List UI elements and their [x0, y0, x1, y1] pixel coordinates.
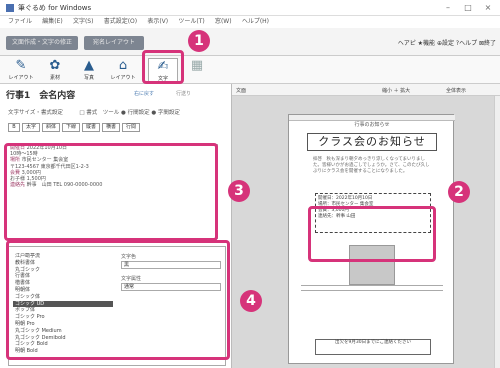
menu-item[interactable]: 窓(W) — [215, 16, 232, 28]
menu-item[interactable]: ファイル — [8, 16, 32, 28]
menu-item[interactable]: ヘルプ(H) — [242, 16, 269, 28]
tab-row: 文面作成・文字の修正 宛名レイアウト ヘアピ ★機能 ⊕設定 ?ヘルプ ⊠終了 — [0, 28, 500, 56]
app-icon — [6, 4, 14, 12]
menu-item[interactable]: ツール(T) — [178, 16, 204, 28]
minimize-button[interactable]: – — [438, 2, 458, 14]
right-menu[interactable]: ヘアピ ★機能 ⊕設定 ?ヘルプ ⊠終了 — [398, 38, 496, 47]
callout-badge: 3 — [228, 180, 250, 202]
bold-button[interactable]: B — [8, 123, 20, 132]
grid-icon: ▦ — [190, 58, 204, 73]
menu-item[interactable]: 表示(V) — [147, 16, 168, 28]
panel-link-next[interactable]: 行送り — [176, 90, 191, 97]
vertical-scrollbar[interactable] — [494, 96, 500, 368]
format-button[interactable]: 太字 — [22, 123, 40, 132]
highlight-event-textbox — [308, 206, 436, 262]
fit-view-select[interactable]: 全体表示 — [446, 87, 466, 94]
window-title: 筆ぐるめ for Windows — [18, 4, 92, 12]
vertical-button[interactable]: 縦書 — [82, 123, 100, 132]
underline-button[interactable]: 下線 — [62, 123, 80, 132]
paper-footnote[interactable]: 出欠を9月30日までにご連絡ください — [315, 339, 431, 355]
panel-link-back[interactable]: 右に戻す — [134, 90, 154, 97]
toolbar: ✎ レイアウト ✿ 素材 ▲ 写真 ⌂ レイアウト ✍ 文字 ▦ — [0, 56, 500, 84]
linespacing-button[interactable]: 行間 — [122, 123, 140, 132]
paper-title[interactable]: クラス会のお知らせ — [307, 133, 437, 151]
stamp-icon: ✿ — [49, 58, 61, 73]
horizontal-button[interactable]: 横書 — [102, 123, 120, 132]
toolbar-grid-button[interactable]: ▦ — [182, 58, 212, 82]
image-icon: ▲ — [84, 58, 94, 73]
brush-icon: ✎ — [15, 58, 27, 73]
zoom-controls[interactable]: 縮小 ＋ 拡大 — [382, 87, 410, 94]
maximize-button[interactable]: □ — [458, 2, 478, 14]
menu-item[interactable]: 編集(E) — [42, 16, 62, 28]
paper-header: 行事のお知らせ — [354, 122, 390, 128]
fence-illustration — [301, 285, 443, 291]
menu-item[interactable]: 書式設定(O) — [104, 16, 137, 28]
menu-item[interactable]: 文字(S) — [73, 16, 94, 28]
toolbar-brush-button[interactable]: ✎ レイアウト — [6, 58, 36, 82]
tab-edit[interactable]: 文面作成・文字の修正 — [6, 36, 78, 50]
callout-badge: 1 — [188, 30, 210, 52]
panel-title: 行事1 会名内容 — [6, 91, 76, 101]
toolbar-frame-button[interactable]: ⌂ レイアウト — [108, 58, 138, 82]
highlight-text-button — [142, 50, 184, 84]
tab-address-layout[interactable]: 宛名レイアウト — [84, 36, 144, 50]
highlight-text-area — [4, 143, 218, 241]
callout-badge: 2 — [448, 181, 470, 203]
highlight-font-panel — [6, 240, 230, 360]
toolbar-image-button[interactable]: ▲ 写真 — [74, 58, 104, 82]
italic-button[interactable]: 斜体 — [42, 123, 60, 132]
format-row: 文字サイズ・書式設定 □ 書式 ツール ● 行間設定 ● 字間設定 — [8, 110, 180, 116]
canvas-label: 文面 — [236, 88, 247, 94]
callout-badge: 4 — [240, 290, 262, 312]
frame-icon: ⌂ — [118, 58, 128, 73]
menu-bar: ファイル 編集(E) 文字(S) 書式設定(O) 表示(V) ツール(T) 窓(… — [0, 16, 500, 28]
paper-body[interactable]: 拝啓 秋も深まり朝夕めっきり涼しくなってまいりました。皆様いかがお過ごしでしょう… — [313, 157, 433, 175]
close-button[interactable]: × — [478, 2, 498, 14]
title-bar: 筆ぐるめ for Windows – □ × — [0, 0, 500, 16]
canvas-header: 文面 縮小 ＋ 拡大 全体表示 — [232, 84, 500, 96]
toolbar-stamp-button[interactable]: ✿ 素材 — [40, 58, 70, 82]
